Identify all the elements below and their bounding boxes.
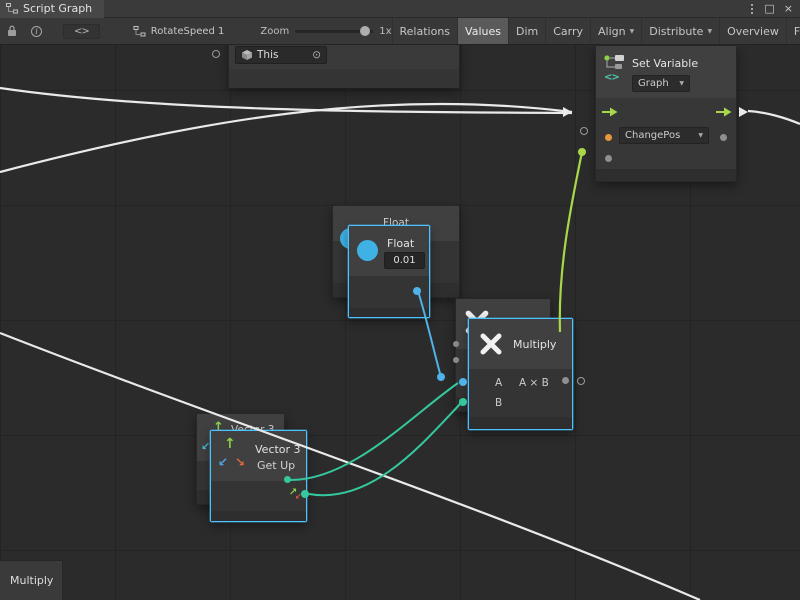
- float-body: [349, 276, 429, 310]
- vector3-ghost-axis-icon: ↙: [201, 441, 210, 452]
- unity-script-graph-window: Script Graph □ × i <> RotateSp: [0, 0, 800, 600]
- multiply-port-b-label: B: [495, 397, 502, 409]
- node-vector3-get-up[interactable]: ↑ ↙ ↘ Vector 3 Get Up ↗ ↙: [210, 430, 307, 522]
- chevron-down-icon: ▼: [630, 28, 635, 35]
- zoom-value: 1x: [379, 26, 391, 37]
- lock-button[interactable]: [0, 18, 24, 45]
- multiply-output-label: A × B: [519, 377, 549, 389]
- align-dropdown-button[interactable]: Align▼: [590, 18, 641, 45]
- wire-control-out: [748, 111, 800, 124]
- float-footer: [349, 308, 429, 317]
- control-wire-arrowhead-in: [563, 107, 572, 117]
- lock-icon: [7, 25, 17, 37]
- window-menu-icon[interactable]: [749, 2, 755, 16]
- set-variable-title: Set Variable: [632, 57, 698, 70]
- wire-control-2: [0, 88, 572, 113]
- distribute-dropdown-button[interactable]: Distribute▼: [641, 18, 719, 45]
- tab-script-graph[interactable]: Script Graph: [0, 0, 104, 18]
- fullscreen-button[interactable]: Full Screen: [786, 18, 800, 45]
- chevron-down-icon: ▼: [698, 132, 703, 139]
- control-wire-arrowhead-out: [739, 107, 748, 117]
- values-button[interactable]: Values: [457, 18, 508, 45]
- multiply-icon: [479, 332, 503, 356]
- code-view-button[interactable]: <>: [49, 18, 107, 45]
- set-variable-left-port[interactable]: [580, 127, 588, 135]
- graph-title-overlay: Multiply: [0, 560, 63, 600]
- zoom-control: Zoom 1x: [232, 26, 391, 37]
- zoom-slider-thumb[interactable]: [360, 26, 370, 36]
- wire-vector3-to-multiply-b: [309, 403, 461, 495]
- object-picker-icon[interactable]: ⊙: [312, 49, 321, 61]
- control-in-arrow-icon[interactable]: [602, 107, 618, 117]
- multiply-port-a-label: A: [495, 377, 502, 389]
- vector3-output-axes-icon-2: ↙: [295, 493, 302, 501]
- node-this[interactable]: This ⊙: [228, 45, 460, 88]
- toolbar-buttons: Relations Values Dim Carry Align▼ Distri…: [392, 18, 800, 45]
- tab-title: Script Graph: [23, 2, 92, 15]
- this-node-body: [229, 69, 459, 88]
- variable-name-dropdown[interactable]: ChangePos▼: [619, 127, 709, 144]
- wire-value-lime: [560, 152, 582, 332]
- set-variable-icon: [603, 54, 625, 70]
- window-controls: □ ×: [749, 2, 800, 16]
- variable-code-icon: <>: [604, 73, 619, 83]
- node-float[interactable]: Float 0.01: [348, 225, 430, 318]
- overview-button[interactable]: Overview: [719, 18, 786, 45]
- carry-button[interactable]: Carry: [545, 18, 590, 45]
- maximize-icon[interactable]: □: [764, 2, 774, 15]
- close-icon[interactable]: ×: [784, 2, 793, 15]
- float-value-input[interactable]: 0.01: [384, 252, 425, 269]
- wire-control-1: [0, 104, 572, 172]
- variable-scope-dropdown[interactable]: Graph▼: [632, 75, 690, 92]
- node-set-variable[interactable]: <> Set Variable Graph▼ ChangePos▼: [595, 45, 737, 182]
- zoom-slider[interactable]: [295, 30, 373, 33]
- cube-icon: [241, 49, 253, 61]
- multiply-footer: [469, 417, 572, 429]
- set-variable-footer: [596, 169, 736, 181]
- wire-vector3-to-multiply-a: [288, 383, 458, 480]
- chevron-down-icon: ▼: [679, 80, 684, 87]
- this-field-value: This: [257, 49, 278, 61]
- vector3-footer: [211, 511, 306, 521]
- graph-toolbar: i <> RotateSpeed 1 Zoom 1x Relations Val…: [0, 18, 800, 45]
- variable-name-port[interactable]: [605, 134, 612, 141]
- vector3-x-axis-icon: ↙: [218, 456, 228, 468]
- variable-value-port[interactable]: [605, 155, 612, 162]
- vector3-subtitle: Get Up: [257, 459, 295, 472]
- float-icon: [357, 240, 378, 261]
- this-node-input-port[interactable]: [212, 50, 220, 58]
- relations-button[interactable]: Relations: [392, 18, 458, 45]
- breadcrumb-graph[interactable]: RotateSpeed 1: [107, 26, 233, 37]
- set-variable-value-connection[interactable]: [578, 148, 586, 156]
- graph-name: RotateSpeed 1: [151, 26, 225, 37]
- blue-wire-endpoint[interactable]: [437, 373, 445, 381]
- vector3-title: Vector 3: [255, 443, 301, 456]
- info-button[interactable]: i: [24, 18, 49, 45]
- graph-canvas[interactable]: This ⊙ Float Float 0.01: [0, 45, 800, 600]
- multiply-output-ring[interactable]: [577, 377, 585, 385]
- dim-button[interactable]: Dim: [508, 18, 545, 45]
- variable-output-port[interactable]: [720, 134, 727, 141]
- multiply-title: Multiply: [513, 338, 556, 351]
- control-out-arrow-icon[interactable]: [716, 107, 732, 117]
- graph-title-label: Multiply: [10, 574, 53, 587]
- info-icon: i: [31, 26, 42, 37]
- wire-control-diagonal: [0, 333, 700, 600]
- chevron-down-icon: ▼: [707, 28, 712, 35]
- script-graph-icon: [6, 3, 18, 14]
- graph-asset-icon: [133, 26, 146, 37]
- window-titlebar: Script Graph □ ×: [0, 0, 800, 18]
- node-multiply[interactable]: Multiply A A × B B: [468, 318, 573, 430]
- this-object-field[interactable]: This ⊙: [235, 46, 327, 64]
- float-title: Float: [387, 237, 414, 250]
- vector3-up-arrow-icon: ↑: [224, 437, 236, 451]
- vector3-z-axis-icon: ↘: [235, 456, 245, 468]
- zoom-label: Zoom: [260, 26, 289, 37]
- code-icon: <>: [63, 24, 100, 39]
